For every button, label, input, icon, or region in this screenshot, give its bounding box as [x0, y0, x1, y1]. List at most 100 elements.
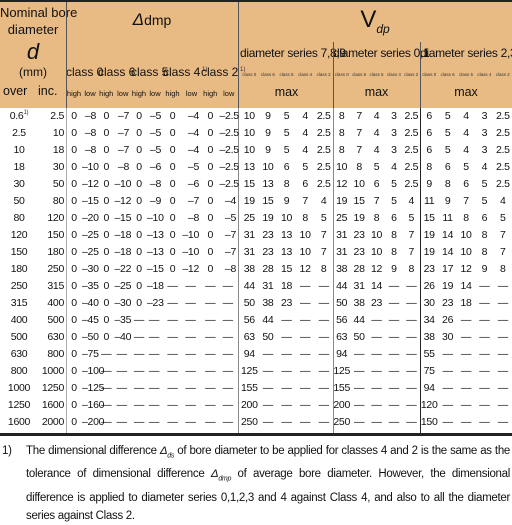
- vdp-cell: 2.5: [316, 127, 331, 139]
- dmp-cell: 0: [136, 161, 142, 173]
- low-label: low: [185, 89, 198, 98]
- class-label: class 0: [66, 65, 104, 79]
- vdp-cell: 9: [481, 263, 488, 275]
- dmp-cell: –12: [114, 195, 132, 207]
- dmp-cell: 0: [103, 331, 110, 343]
- dmp-cell: —: [185, 280, 196, 292]
- dmp-cell: 0: [136, 110, 142, 122]
- vdp-cell: 5: [373, 161, 380, 173]
- vdp-cell: —: [497, 280, 509, 292]
- vdp-cell: 155: [333, 382, 350, 394]
- vdp-cell: —: [388, 416, 400, 428]
- vdp-cell: 9: [265, 144, 271, 156]
- vdp-cell: 7: [356, 144, 362, 156]
- vdp-cell: 94: [243, 348, 255, 360]
- dmp-cell: —: [205, 297, 216, 309]
- vdp-cell: —: [388, 382, 400, 394]
- vdp-cell: —: [479, 416, 490, 428]
- vdp-cell: —: [388, 280, 400, 292]
- vdp-cell: 13: [262, 178, 274, 190]
- dmp-cell: —: [222, 280, 233, 292]
- inc-cell: 180: [47, 246, 64, 258]
- vdp-cell: 50: [353, 331, 365, 343]
- dmp-cell: 0: [71, 178, 77, 190]
- dmp-cell: –7: [117, 127, 129, 139]
- vdp-cell: 9: [444, 195, 451, 207]
- dmp-cell: –8: [187, 212, 199, 224]
- dmp-cell: —: [148, 416, 160, 428]
- vdp-cell: 9: [426, 178, 432, 190]
- vdp-cell: 10: [243, 110, 255, 122]
- dmp-cell: —: [116, 399, 127, 411]
- inc-cell: 315: [47, 280, 64, 292]
- footnote: 1) The dimensional difference Δds of bor…: [0, 442, 512, 525]
- dmp-cell: —: [222, 382, 233, 394]
- inc-cell: 500: [47, 314, 64, 326]
- vdp-cell: 8: [356, 161, 362, 173]
- vdp-cell: —: [460, 314, 472, 326]
- vdp-cell: —: [388, 297, 400, 309]
- table-row: 180 250 0 –30 0 –22 0 –15 0 –12 0 –8 38 28 15 12 8 38 28 12…: [0, 261, 512, 278]
- vdp-cell: 30: [442, 331, 454, 343]
- vdp-cell: 9: [283, 195, 290, 207]
- vdp-cell: 250: [240, 416, 258, 428]
- over-cell: 250: [10, 280, 28, 292]
- inc-label: inc.: [38, 84, 58, 98]
- diameter-series-label: diameter series 2,3,4: [420, 46, 512, 60]
- vdp-cell: 18: [280, 280, 293, 292]
- vdp-cell: 18: [460, 297, 472, 309]
- inc-cell: 50: [52, 178, 64, 190]
- dmp-cell: —: [185, 416, 196, 428]
- dmp-cell: 0: [71, 110, 77, 122]
- vdp-cell: —: [479, 365, 490, 377]
- vdp-cell: —: [318, 365, 329, 377]
- vdp-cell: —: [318, 297, 329, 309]
- dmp-cell: –9: [149, 195, 161, 207]
- dmp-cell: 0: [207, 229, 214, 241]
- dmp-cell: —: [167, 416, 178, 428]
- dmp-cell: 0: [71, 263, 77, 275]
- inc-cell: 1600: [41, 399, 64, 411]
- dmp-cell: —: [101, 399, 112, 411]
- vdp-cell: 12: [336, 178, 348, 190]
- vdp-cell: 7: [463, 195, 469, 207]
- vdp-cell: 4: [463, 110, 469, 122]
- footnote-text: The dimensional difference Δds of bore d…: [26, 445, 511, 522]
- table-row: 400 500 0 –45 0 –35— — — — — —56 44— — —56 44— — —34 26— —…: [0, 312, 512, 329]
- vdp-cell: 31: [243, 229, 255, 241]
- vdp-cell: 8: [481, 246, 488, 258]
- dmp-cell: –25: [82, 229, 99, 241]
- vdp-cell: 94: [336, 348, 348, 360]
- vdp-cell: —: [479, 297, 490, 309]
- vdp-cell: 13: [280, 229, 293, 241]
- vdp-cell: 2.5: [495, 178, 510, 190]
- dmp-cell: –200: [82, 416, 105, 428]
- vdp-cell: —: [281, 314, 292, 326]
- vdp-cell: 4: [500, 195, 506, 207]
- dmp-cell: –10: [114, 178, 132, 190]
- vdp-cell: —: [299, 399, 311, 411]
- vdp-cell: —: [388, 348, 400, 360]
- dmp-cell: —: [116, 348, 127, 360]
- vdp-cell: 8: [338, 144, 345, 156]
- vdp-cell: 56: [243, 314, 255, 326]
- vdp-cell: —: [299, 416, 311, 428]
- vdp-cell: 38: [423, 331, 435, 343]
- vdp-cell: 23: [262, 229, 274, 241]
- series-class-label: class 4: [386, 72, 401, 77]
- vdp-cell: —: [299, 365, 311, 377]
- divider: [333, 42, 334, 110]
- vdp-cell: 5: [481, 195, 488, 207]
- dmp-cell: –25: [114, 280, 132, 292]
- vdp-cell: —: [262, 365, 273, 377]
- vdp-cell: —: [497, 297, 509, 309]
- vdp-cell: —: [318, 280, 329, 292]
- over-cell: 500: [10, 331, 28, 343]
- vdp-cell: 7: [500, 229, 506, 241]
- vdp-cell: —: [318, 382, 329, 394]
- dmp-cell: 0: [103, 297, 110, 309]
- series-class-label: class 5: [458, 72, 473, 77]
- dmp-cell: –2.5: [219, 110, 240, 122]
- dmp-cell: –4: [224, 195, 236, 207]
- low-label: low: [149, 89, 161, 98]
